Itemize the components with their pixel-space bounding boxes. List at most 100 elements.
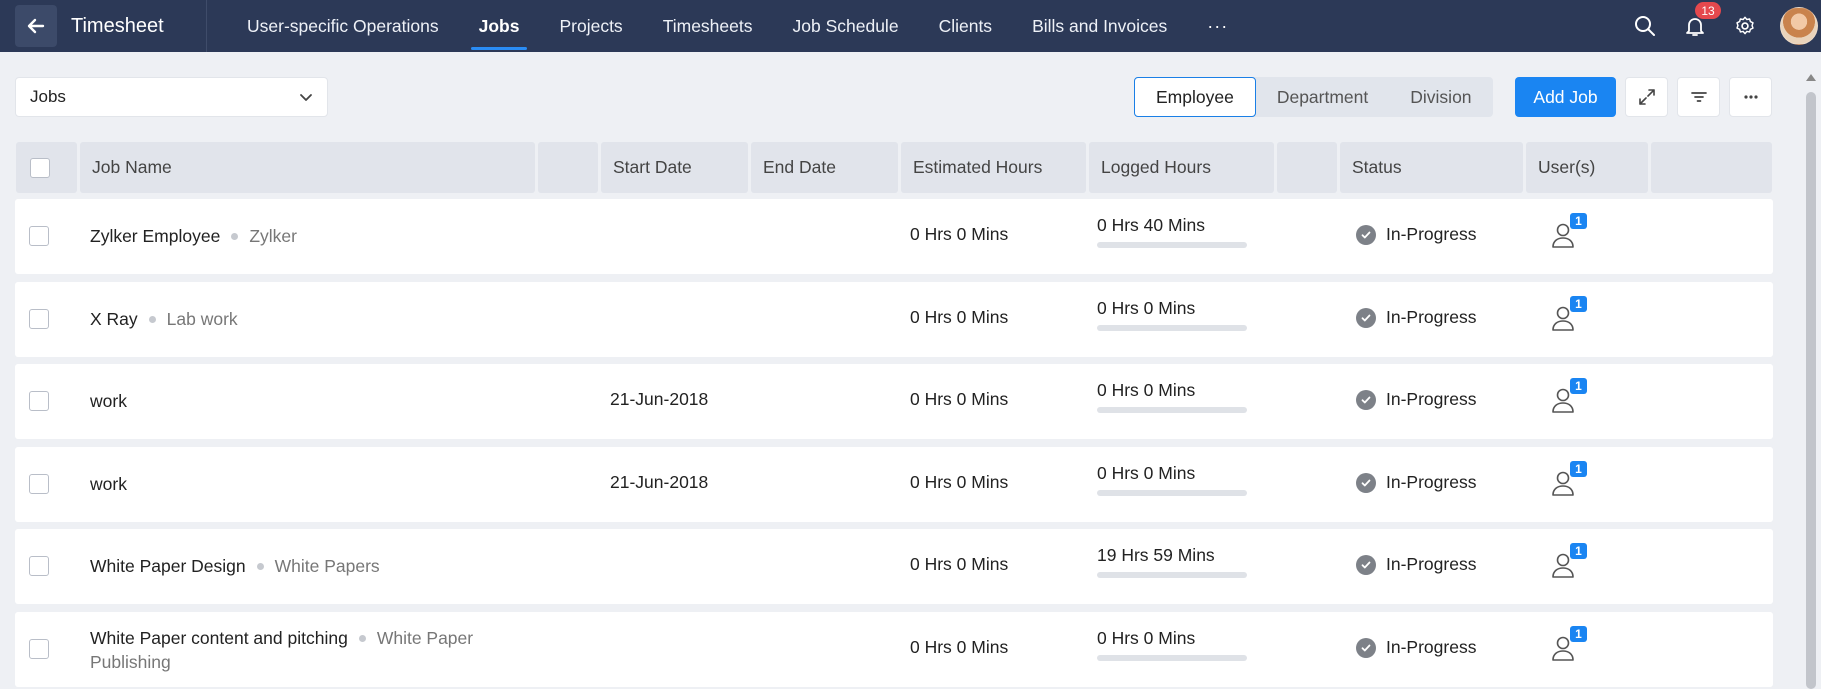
notifications-button[interactable]: 13 xyxy=(1670,0,1721,52)
user-count-badge: 1 xyxy=(1570,626,1587,642)
row-checkbox[interactable] xyxy=(29,639,49,659)
client-name-text: Lab work xyxy=(166,309,238,329)
job-name-text[interactable]: work xyxy=(90,391,127,411)
logged-hours-cell: 19 Hrs 59 Mins xyxy=(1097,545,1252,578)
users-button[interactable]: 1 xyxy=(1550,461,1587,501)
job-name-cell: work xyxy=(90,472,540,496)
notification-count-badge: 13 xyxy=(1695,2,1721,19)
column-end-date[interactable]: End Date xyxy=(751,142,898,193)
segment-division[interactable]: Division xyxy=(1389,77,1492,117)
view-select-value: Jobs xyxy=(30,87,66,106)
column-job-name[interactable]: Job Name xyxy=(80,142,535,193)
job-name-text[interactable]: work xyxy=(90,474,127,494)
column-estimated-hours[interactable]: Estimated Hours xyxy=(901,142,1086,193)
view-select[interactable]: Jobs xyxy=(15,77,328,117)
status-text: In-Progress xyxy=(1386,224,1477,244)
row-checkbox[interactable] xyxy=(29,474,49,494)
logged-hours-cell: 0 Hrs 0 Mins xyxy=(1097,298,1252,331)
estimated-hours-cell: 0 Hrs 0 Mins xyxy=(910,389,1009,409)
segment-employee[interactable]: Employee xyxy=(1134,77,1256,117)
header-select-all-cell xyxy=(16,142,77,193)
users-button[interactable]: 1 xyxy=(1550,378,1587,418)
column-blank-1 xyxy=(538,142,598,193)
users-button[interactable]: 1 xyxy=(1550,296,1587,336)
nav-timesheets[interactable]: Timesheets xyxy=(643,0,773,52)
column-logged-hours[interactable]: Logged Hours xyxy=(1089,142,1274,193)
status-text: In-Progress xyxy=(1386,637,1477,657)
table-row[interactable]: X Ray Lab work 0 Hrs 0 Mins 0 Hrs 0 Mins … xyxy=(15,282,1773,357)
logged-hours-cell: 0 Hrs 0 Mins xyxy=(1097,380,1252,413)
back-button[interactable] xyxy=(15,5,57,47)
table-row[interactable]: work 21-Jun-2018 0 Hrs 0 Mins 0 Hrs 0 Mi… xyxy=(15,447,1773,522)
nav-clients[interactable]: Clients xyxy=(919,0,1013,52)
gear-icon xyxy=(1736,16,1754,35)
estimated-hours-cell: 0 Hrs 0 Mins xyxy=(910,472,1009,492)
nav-projects[interactable]: Projects xyxy=(539,0,642,52)
logged-hours-text: 0 Hrs 0 Mins xyxy=(1097,298,1196,318)
column-status[interactable]: Status xyxy=(1340,142,1523,193)
settings-button[interactable] xyxy=(1720,0,1770,52)
logged-hours-text: 0 Hrs 0 Mins xyxy=(1097,628,1196,648)
grouping-segmented-control: Employee Department Division xyxy=(1134,77,1493,117)
expand-button[interactable] xyxy=(1625,77,1668,117)
job-name-text[interactable]: White Paper content and pitching xyxy=(90,628,348,648)
job-name-cell: Zylker Employee Zylker xyxy=(90,224,540,248)
start-date-cell: 21-Jun-2018 xyxy=(610,389,709,409)
nav-job-schedule[interactable]: Job Schedule xyxy=(773,0,919,52)
logged-hours-cell: 0 Hrs 40 Mins xyxy=(1097,215,1252,248)
nav-bills-and-invoices[interactable]: Bills and Invoices xyxy=(1012,0,1187,52)
row-checkbox[interactable] xyxy=(29,556,49,576)
segment-department[interactable]: Department xyxy=(1256,77,1389,117)
nav-jobs[interactable]: Jobs xyxy=(459,0,540,52)
logged-progress-bar xyxy=(1097,325,1247,331)
user-count-badge: 1 xyxy=(1570,378,1587,394)
nav-user-specific-operations[interactable]: User-specific Operations xyxy=(227,0,459,52)
scroll-up-arrow[interactable] xyxy=(1806,74,1816,81)
add-job-button[interactable]: Add Job xyxy=(1515,77,1616,117)
status-cell: In-Progress xyxy=(1356,554,1476,575)
scrollbar-thumb[interactable] xyxy=(1806,92,1816,689)
search-icon xyxy=(1635,16,1655,36)
logged-progress-bar xyxy=(1097,242,1247,248)
status-cell: In-Progress xyxy=(1356,472,1476,493)
estimated-hours-cell: 0 Hrs 0 Mins xyxy=(910,307,1009,327)
column-blank-2 xyxy=(1277,142,1337,193)
client-name-text: White Papers xyxy=(274,556,380,576)
row-checkbox[interactable] xyxy=(29,226,49,246)
chevron-down-icon xyxy=(300,94,312,101)
row-checkbox[interactable] xyxy=(29,309,49,329)
users-button[interactable]: 1 xyxy=(1550,213,1587,253)
table-row[interactable]: White Paper Design White Papers 0 Hrs 0 M… xyxy=(15,529,1773,604)
nav-more-button[interactable]: ··· xyxy=(1187,0,1248,52)
logged-hours-cell: 0 Hrs 0 Mins xyxy=(1097,628,1252,661)
more-icon xyxy=(1743,95,1758,99)
logged-hours-text: 0 Hrs 0 Mins xyxy=(1097,380,1196,400)
status-cell: In-Progress xyxy=(1356,307,1476,328)
user-count-badge: 1 xyxy=(1570,213,1587,229)
select-all-checkbox[interactable] xyxy=(30,157,50,178)
job-name-text[interactable]: X Ray xyxy=(90,309,138,329)
row-checkbox[interactable] xyxy=(29,391,49,411)
client-name-text: Zylker xyxy=(249,226,297,246)
logged-hours-text: 19 Hrs 59 Mins xyxy=(1097,545,1215,565)
top-navigation-bar: Timesheet User-specific Operations Jobs … xyxy=(0,0,1821,52)
estimated-hours-cell: 0 Hrs 0 Mins xyxy=(910,224,1009,244)
user-avatar[interactable] xyxy=(1780,7,1818,45)
table-row[interactable]: work 21-Jun-2018 0 Hrs 0 Mins 0 Hrs 0 Mi… xyxy=(15,364,1773,439)
logged-progress-bar xyxy=(1097,490,1247,496)
column-users[interactable]: User(s) xyxy=(1526,142,1648,193)
users-button[interactable]: 1 xyxy=(1550,626,1587,666)
status-cell: In-Progress xyxy=(1356,389,1476,410)
header-actions: 13 xyxy=(1620,0,1821,52)
search-button[interactable] xyxy=(1620,0,1670,52)
filter-button[interactable] xyxy=(1677,77,1720,117)
users-button[interactable]: 1 xyxy=(1550,543,1587,583)
table-row[interactable]: Zylker Employee Zylker 0 Hrs 0 Mins 0 Hrs… xyxy=(15,199,1773,274)
job-name-text[interactable]: Zylker Employee xyxy=(90,226,220,246)
user-count-badge: 1 xyxy=(1570,543,1587,559)
column-start-date[interactable]: Start Date xyxy=(601,142,748,193)
more-options-button[interactable] xyxy=(1729,77,1772,117)
table-row[interactable]: White Paper content and pitching White Pa… xyxy=(15,612,1773,687)
check-circle-icon xyxy=(1356,389,1376,410)
job-name-text[interactable]: White Paper Design xyxy=(90,556,246,576)
